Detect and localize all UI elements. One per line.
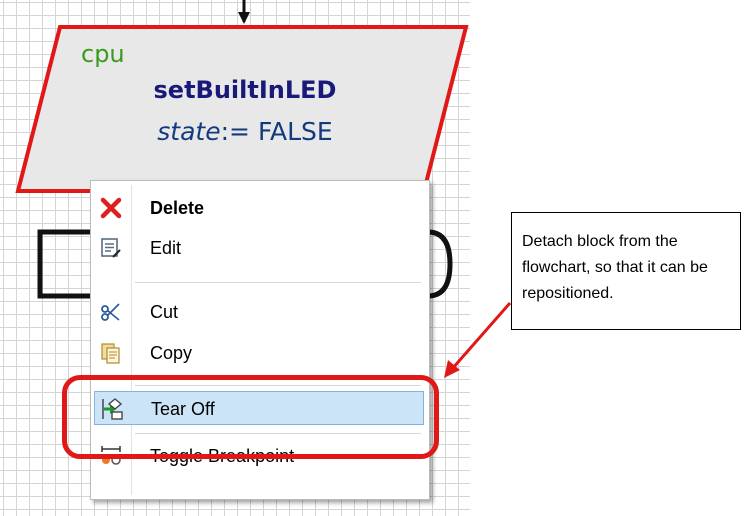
menu-item-delete[interactable]: Delete [94,191,424,225]
menu-item-label: Cut [150,302,179,322]
edit-icon [101,238,121,258]
menu-separator [135,282,421,283]
block-action-name: setBuiltInLED [153,76,337,104]
block-assignment: state:= FALSE [105,117,385,146]
callout-arrow-line [450,302,512,370]
menu-item-label: Delete [150,198,205,218]
menu-item-label: Copy [150,343,193,363]
delete-x-icon [100,197,122,219]
tear-off-highlight-box [62,375,439,459]
assignment-operator: := [220,117,250,146]
callout-box: Detach block from the flowchart, so that… [511,212,741,330]
assignment-variable: state [157,117,221,146]
scissors-icon [101,303,120,321]
next-block-shape[interactable] [37,229,92,299]
callout-text: Detach block from the flowchart, so that… [522,233,708,302]
menu-item-copy[interactable]: Copy [94,336,424,370]
incoming-arrowhead [238,12,250,24]
next-block-shape-right [427,229,453,299]
copy-icon [101,343,120,364]
menu-item-label: Edit [150,238,182,258]
menu-item-edit[interactable]: Edit [94,231,424,265]
menu-item-cut[interactable]: Cut [94,295,424,329]
block-target-label: cpu [81,40,125,68]
assignment-value: FALSE [257,117,333,146]
